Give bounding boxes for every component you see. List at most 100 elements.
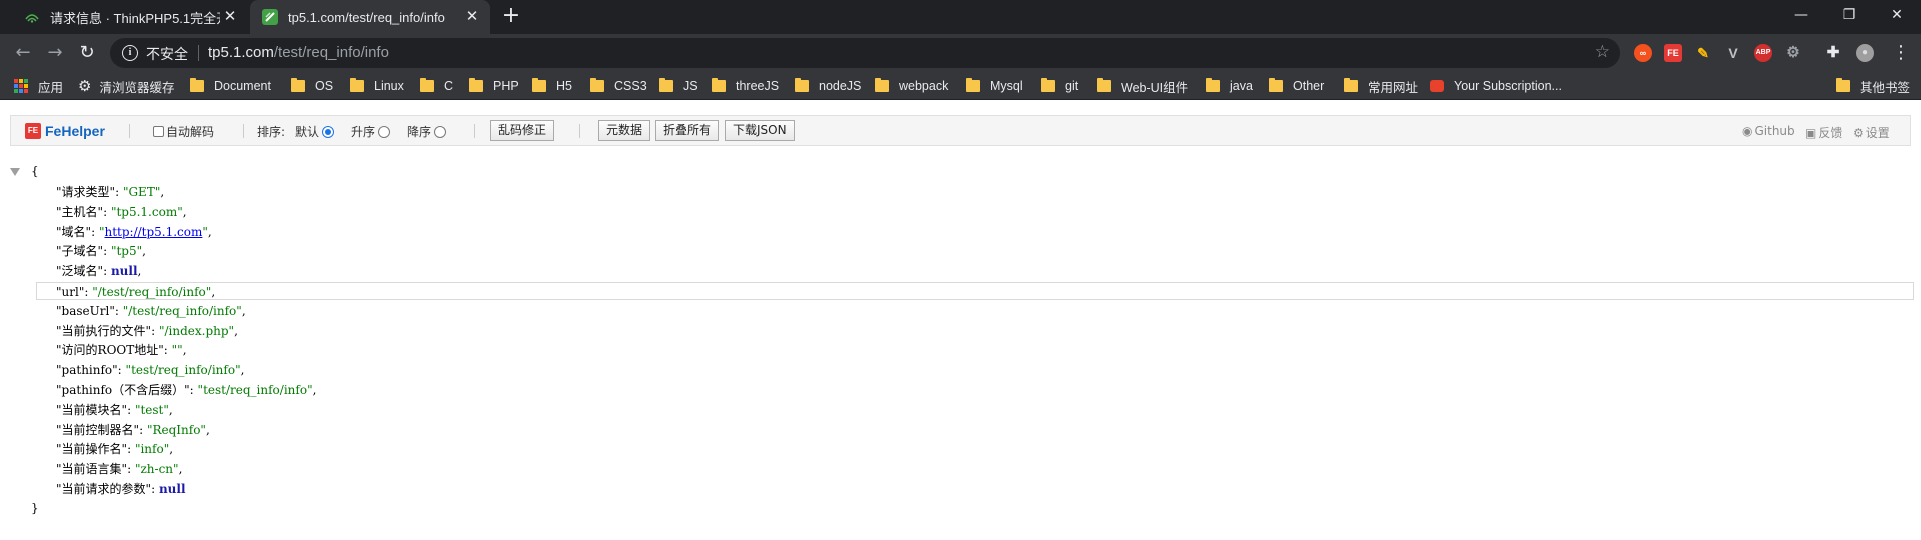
bookmark-star-icon[interactable]: ☆ (1595, 42, 1610, 62)
bookmark-label: OS (315, 79, 334, 93)
json-row: "pathinfo（不含后缀）": "test/req_info/info", (56, 383, 317, 397)
bookmark-label: nodeJS (819, 79, 862, 93)
json-key: 访问的ROOT地址 (61, 343, 159, 358)
tab-tp5-info[interactable]: tp5.1.com/test/req_info/info ✕ (250, 0, 490, 34)
tab-close-icon[interactable]: ✕ (462, 7, 482, 27)
download-json-button[interactable]: 下载JSON (725, 120, 795, 141)
url-text[interactable]: tp5.1.com/test/req_info/info (208, 44, 389, 61)
sort-default-radio[interactable] (322, 125, 335, 138)
extensions-puzzle-icon[interactable]: ✚ (1824, 44, 1842, 62)
fehelper-extension-icon[interactable]: FE (1664, 44, 1682, 62)
bookmark-folder-os[interactable]: OS (291, 72, 333, 100)
bookmark-folder-h5[interactable]: H5 (532, 72, 572, 100)
github-link[interactable]: ◉ Github (1742, 124, 1795, 138)
bookmark-folder-webpack[interactable]: webpack (875, 72, 948, 100)
settings-extension-icon[interactable]: ⚙ (1784, 44, 1802, 62)
window-close-button[interactable]: ✕ (1874, 0, 1920, 30)
bookmark-clear-cache[interactable]: ⚙ 清浏览器缓存 (78, 72, 174, 100)
bookmark-folder-css3[interactable]: CSS3 (590, 72, 647, 100)
bookmark-label: Mysql (990, 79, 1023, 93)
profile-avatar-icon[interactable]: ● (1856, 44, 1874, 62)
toolbar-divider (579, 124, 580, 138)
infinity-extension-icon[interactable]: ∞ (1634, 44, 1652, 62)
sort-desc-option[interactable]: 降序 (407, 123, 447, 140)
bookmark-apps[interactable]: 应用 (14, 72, 63, 100)
browser-toolbar: ← → ↻ i 不安全 tp5.1.com/test/req_info/info… (0, 34, 1921, 72)
fold-all-button[interactable]: 折叠所有 (655, 120, 720, 141)
auto-decode-checkbox[interactable] (153, 126, 164, 137)
bookmark-folder-common-sites[interactable]: 常用网址 (1344, 72, 1418, 100)
sort-default-option[interactable]: 默认 (295, 123, 335, 140)
bookmark-folder-mysql[interactable]: Mysql (966, 72, 1023, 100)
tab-close-icon[interactable]: ✕ (220, 7, 240, 27)
folder-icon (1206, 78, 1220, 92)
json-value: /test/req_info/info (97, 285, 206, 299)
adblock-extension-icon[interactable]: ABP (1754, 44, 1772, 62)
bookmark-folder-other[interactable]: Other (1269, 72, 1324, 100)
sort-asc-radio[interactable] (378, 125, 391, 138)
bookmark-label: threeJS (736, 79, 780, 93)
color-picker-extension-icon[interactable]: ✎ (1694, 44, 1712, 62)
fehelper-logo[interactable]: FE FeHelper (25, 123, 105, 139)
tab-title: 请求信息 · ThinkPHP5.1完全开发 (50, 10, 220, 26)
feedback-link[interactable]: ▣ 反馈 (1805, 124, 1842, 141)
folder-icon (291, 78, 305, 92)
json-key: 主机名 (61, 204, 98, 219)
json-value: info (140, 442, 164, 457)
bookmark-folder-nodejs[interactable]: nodeJS (795, 72, 861, 100)
bookmark-folder-git[interactable]: git (1041, 72, 1078, 100)
maximize-button[interactable]: ❐ (1826, 0, 1872, 30)
bookmark-label: JS (683, 79, 698, 93)
reload-button[interactable]: ↻ (76, 42, 98, 64)
sort-desc-radio[interactable] (434, 125, 447, 138)
tab-request-info[interactable]: 请求信息 · ThinkPHP5.1完全开发 ✕ (12, 0, 248, 34)
json-key: pathinfo (61, 363, 113, 378)
settings-link[interactable]: ⚙ 设置 (1853, 124, 1890, 141)
browser-menu-button[interactable]: ⋮ (1890, 42, 1912, 64)
bookmark-label: Your Subscription... (1454, 79, 1562, 93)
json-value: test/req_info/info (203, 383, 308, 397)
folder-icon (190, 78, 204, 92)
json-row: "域名": "http://tp5.1.com", (56, 224, 212, 239)
site-info-icon[interactable]: i (122, 45, 138, 61)
folder-icon (532, 78, 546, 92)
bookmark-folder-js[interactable]: JS (659, 72, 698, 100)
json-key: 子域名 (61, 244, 98, 259)
auto-decode-label: 自动解码 (166, 125, 215, 139)
bookmark-folder-threejs[interactable]: threeJS (712, 72, 779, 100)
folder-icon (1097, 78, 1111, 92)
new-tab-button[interactable]: + (500, 5, 522, 28)
bookmark-folder-web-ui[interactable]: Web-UI组件 (1097, 72, 1188, 100)
json-value: ReqInfo (152, 422, 201, 437)
collapse-toggle-icon[interactable] (10, 168, 20, 176)
bookmark-your-subscription[interactable]: Your Subscription... (1430, 72, 1562, 100)
url-path: /test/req_info/info (273, 44, 389, 61)
fehelper-logo-text: FeHelper (45, 123, 105, 139)
bookmark-folder-java[interactable]: java (1206, 72, 1253, 100)
bookmark-folder-c[interactable]: C (420, 72, 453, 100)
auto-decode-option[interactable]: 自动解码 (153, 123, 214, 140)
forward-button[interactable]: → (44, 42, 66, 64)
json-value: /test/req_info/info (128, 303, 237, 318)
bookmark-folder-document[interactable]: Document (190, 72, 271, 100)
sort-asc-option[interactable]: 升序 (351, 123, 391, 140)
vue-devtools-extension-icon[interactable]: V (1724, 44, 1742, 62)
address-bar[interactable]: i 不安全 tp5.1.com/test/req_info/info ☆ (110, 38, 1620, 68)
json-row: "泛域名": null, (56, 264, 142, 279)
meta-data-button[interactable]: 元数据 (598, 120, 651, 141)
folder-icon (420, 78, 434, 92)
bookmark-folder-linux[interactable]: Linux (350, 72, 404, 100)
settings-label: 设置 (1865, 126, 1890, 140)
tab-title: tp5.1.com/test/req_info/info (288, 9, 445, 25)
json-link-value[interactable]: http://tp5.1.com (104, 225, 202, 239)
bookmark-label: CSS3 (614, 79, 647, 93)
folder-icon (1836, 78, 1850, 92)
minimize-button[interactable]: — (1778, 0, 1824, 30)
back-button[interactable]: ← (12, 42, 34, 64)
json-row: "主机名": "tp5.1.com", (56, 204, 187, 219)
fehelper-toolbar: FE FeHelper 自动解码 排序: 默认 升序 降序 乱码修正 元数据 折… (10, 115, 1911, 146)
fix-encoding-button[interactable]: 乱码修正 (490, 120, 555, 141)
feedback-icon: ▣ (1805, 125, 1817, 140)
bookmark-other-bookmarks[interactable]: 其他书签 (1836, 72, 1910, 100)
bookmark-folder-php[interactable]: PHP (469, 72, 519, 100)
